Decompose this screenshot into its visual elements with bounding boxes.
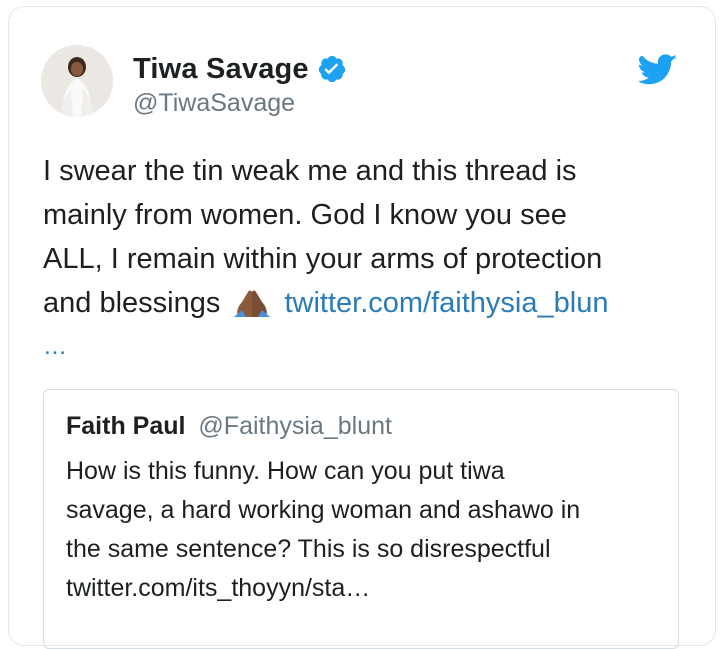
tweet-text-fragment: and blessings bbox=[43, 287, 221, 319]
quoted-tweet-body: How is this funny. How can you put tiwa … bbox=[66, 452, 666, 608]
tweet-text-line: I swear the tin weak me and this thread … bbox=[43, 155, 577, 187]
quoted-text-line: the same sentence? This is so disrespect… bbox=[66, 535, 551, 563]
avatar-image bbox=[41, 45, 113, 117]
folded-hands-emoji-icon bbox=[232, 284, 272, 318]
tweet-text-line: mainly from women. God I know you see bbox=[43, 199, 567, 231]
quoted-author-handle[interactable]: @Faithysia_blunt bbox=[198, 412, 392, 440]
embedded-tweet-card[interactable]: Tiwa Savage @TiwaSavage I swear the tin … bbox=[8, 6, 716, 649]
tweet-text-line: ALL, I remain within your arms of protec… bbox=[43, 243, 603, 275]
tweet-text-line-with-link: and blessings twitter.com/faithysia_blun bbox=[43, 281, 693, 325]
avatar[interactable] bbox=[41, 45, 113, 117]
twitter-bird-icon[interactable] bbox=[637, 53, 678, 87]
quoted-text-line: twitter.com/its_thoyyn/sta… bbox=[66, 574, 371, 602]
quoted-text-line: savage, a hard working woman and ashawo … bbox=[66, 496, 581, 524]
quoted-author-name[interactable]: Faith Paul bbox=[66, 412, 185, 440]
quoted-tweet[interactable]: Faith Paul @Faithysia_blunt How is this … bbox=[43, 389, 679, 649]
author-handle[interactable]: @TiwaSavage bbox=[133, 89, 295, 118]
tweet-link[interactable]: twitter.com/faithysia_blun bbox=[284, 287, 608, 319]
truncation-ellipsis[interactable]: … bbox=[43, 325, 693, 369]
verified-badge-icon bbox=[317, 54, 347, 84]
author-name-row[interactable]: Tiwa Savage bbox=[133, 49, 347, 89]
quoted-text-line: How is this funny. How can you put tiwa bbox=[66, 457, 505, 485]
tweet-body: I swear the tin weak me and this thread … bbox=[43, 149, 693, 369]
author-display-name[interactable]: Tiwa Savage bbox=[133, 53, 309, 86]
quoted-tweet-header: Faith Paul @Faithysia_blunt bbox=[66, 412, 392, 441]
